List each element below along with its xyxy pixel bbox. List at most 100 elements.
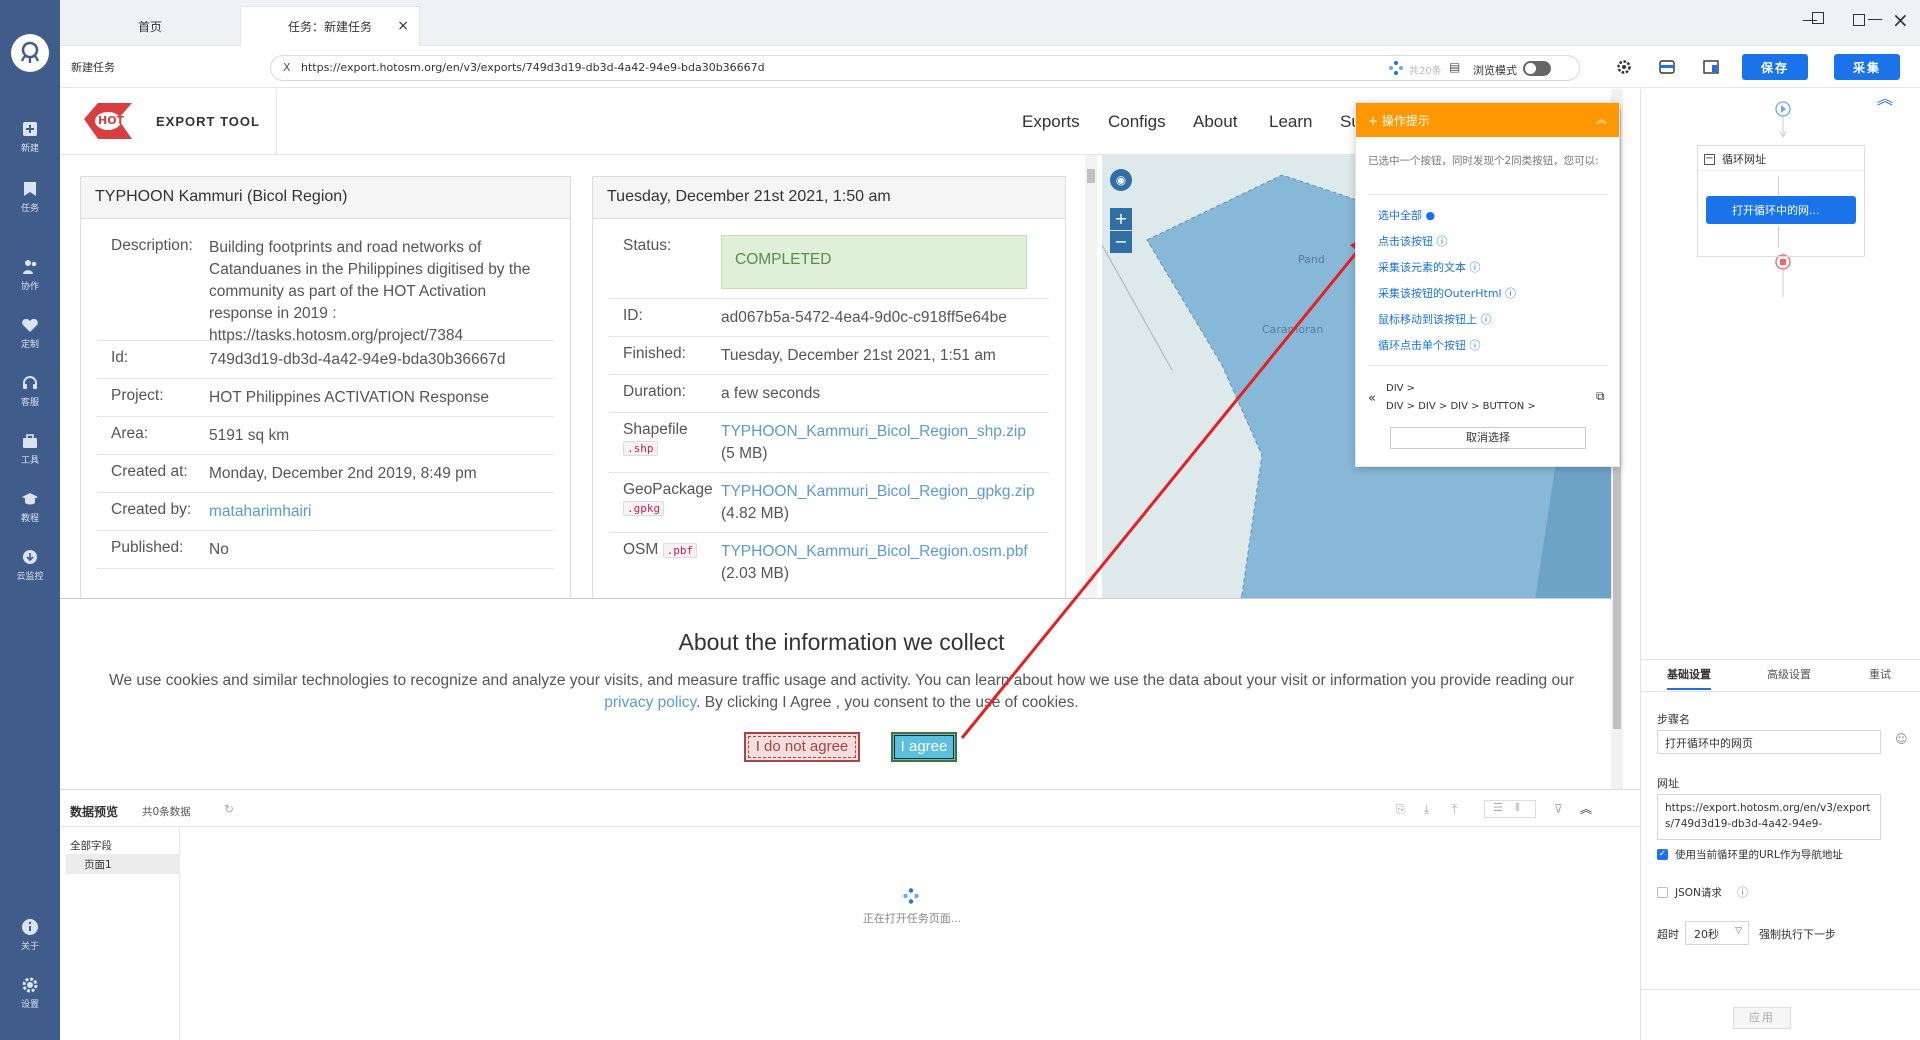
inner-scrollbar[interactable] (1085, 155, 1097, 598)
sidebar-item-tutorial[interactable]: 教程 (0, 488, 60, 534)
step-open-page[interactable]: 打开循环中的网... (1706, 196, 1856, 224)
sidebar-item-collab[interactable]: 协作 (0, 256, 60, 302)
cookie-text: We use cookies and similar technologies … (94, 670, 1589, 714)
step-name-input[interactable]: 打开循环中的网页 (1657, 730, 1881, 754)
option-label: 鼠标移动到该按钮上 (1378, 313, 1477, 326)
tab-retry[interactable]: 重试 (1869, 666, 1891, 682)
url-textarea[interactable]: https://export.hotosm.org/en/v3/exports/… (1657, 794, 1881, 840)
page-item[interactable]: 页面1 (66, 854, 180, 874)
nav-exports[interactable]: Exports (1022, 112, 1080, 132)
created-by-link[interactable]: mataharimhairi (209, 501, 548, 523)
popup-title: + 操作提示 (1368, 114, 1430, 128)
field-label: Created at: (111, 463, 188, 480)
emoji-icon[interactable]: ☺ (1895, 732, 1908, 746)
collapse-icon[interactable]: ︽ (1596, 111, 1607, 127)
privacy-policy-link[interactable]: privacy policy (604, 694, 696, 711)
collect-text-option[interactable]: 采集该元素的文本 ⓘ (1378, 259, 1481, 275)
zoom-in-button[interactable]: + (1110, 208, 1132, 230)
card-icon[interactable] (1659, 60, 1675, 74)
divider (1698, 170, 1864, 171)
run-id-value: ad067b5a-5472-4ea4-9d0c-c918ff5e64be (721, 309, 1007, 326)
sidebar-item-new[interactable]: 新建 (0, 118, 60, 164)
select-all-option[interactable]: 选中全部 ● (1378, 207, 1435, 223)
timeout-select[interactable]: 20秒 ▽ (1685, 921, 1749, 945)
nav-configs[interactable]: Configs (1108, 112, 1166, 132)
users-icon (23, 260, 37, 274)
settings-gear-icon[interactable] (1616, 59, 1632, 75)
data-preview: 数据预览 共0条数据 ↻ ⎘ ⤓ ⤒ ☰ ⦀ ⊽ ︽ 全部字段 页面1 正在打开… (60, 789, 1640, 1040)
sidebar-item-tasks[interactable]: 任务 (0, 178, 60, 224)
restore-icon[interactable] (1812, 12, 1824, 24)
collect-button[interactable]: 采集 (1834, 54, 1900, 80)
cancel-selection-button[interactable]: 取消选择 (1390, 427, 1586, 449)
loop-click-option[interactable]: 循环点击单个按钮 ⓘ (1378, 337, 1481, 353)
help-icon[interactable]: ⓘ (1737, 884, 1748, 900)
tab-new-task[interactable]: 任务：新建任务 × (240, 6, 420, 46)
maximize-icon[interactable] (1853, 14, 1865, 26)
list-view-icon[interactable]: ☰ (1493, 801, 1503, 814)
tab-close-icon[interactable]: × (397, 18, 409, 34)
field-label: Id: (111, 349, 129, 366)
expand-path-icon[interactable]: « (1368, 391, 1376, 406)
nav-learn[interactable]: Learn (1269, 112, 1312, 132)
loop-block[interactable]: − 循环网址 打开循环中的网... (1697, 145, 1865, 257)
view-toggle[interactable]: ☰ ⦀ (1484, 800, 1536, 818)
element-path-line1[interactable]: DIV > (1386, 383, 1415, 394)
tab-basic-settings[interactable]: 基础设置 (1667, 666, 1711, 690)
hot-logo[interactable]: HOT (80, 99, 138, 143)
import-icon[interactable]: ⤓ (1424, 802, 1429, 817)
click-button-option[interactable]: 点击该按钮 ⓘ (1378, 233, 1448, 249)
download-link-gpkg[interactable]: TYPHOON_Kammuri_Bicol_Region_gpkg.zip (721, 483, 1035, 500)
all-fields-item[interactable]: 全部字段 (70, 838, 112, 853)
collapse-top-icon[interactable]: ︽ (1877, 85, 1893, 109)
sidebar-item-support[interactable]: 客服 (0, 372, 60, 418)
stop-icon[interactable]: X (283, 61, 291, 74)
page-icon[interactable]: ▤ (1449, 60, 1460, 74)
refresh-icon[interactable]: ↻ (224, 802, 234, 816)
column-view-icon[interactable]: ⦀ (1515, 801, 1520, 815)
use-loop-url-checkbox[interactable]: ✓ (1657, 849, 1668, 860)
collapse-preview-icon[interactable]: ︽ (1580, 800, 1592, 817)
nav-about[interactable]: About (1193, 112, 1237, 132)
cookie-text-part: We use cookies and similar technologies … (109, 672, 1574, 689)
created-by-row: Created by: mataharimhairi (97, 493, 554, 531)
json-request-checkbox[interactable] (1657, 887, 1668, 898)
hover-option[interactable]: 鼠标移动到该按钮上 ⓘ (1378, 311, 1492, 327)
window-icon[interactable] (1703, 60, 1719, 74)
popup-message: 已选中一个按钮，同时发现个2同类按钮，您可以: (1368, 155, 1599, 167)
tab-home[interactable]: 首页 (60, 6, 240, 46)
app-logo[interactable] (11, 34, 49, 72)
collapse-box-icon[interactable]: − (1704, 154, 1715, 165)
sidebar-item-settings[interactable]: 设置 (0, 974, 60, 1020)
sidebar-item-custom[interactable]: 定制 (0, 314, 60, 360)
element-path-line2[interactable]: DIV > DIV > DIV > BUTTON > (1386, 401, 1536, 412)
url-input[interactable]: X https://export.hotosm.org/en/v3/export… (270, 55, 1580, 81)
filter-icon[interactable]: ⊽ (1554, 802, 1563, 816)
apply-button[interactable]: 应用 (1733, 1007, 1791, 1029)
left-sidebar: 新建 任务 协作 定制 客服 工具 教程 云监控 关于 设置 (0, 0, 60, 1040)
minimize-icon[interactable] (1868, 12, 1882, 26)
field-label: Description: (111, 237, 193, 254)
minimize-icon-2[interactable] (1803, 20, 1817, 21)
map-place-label: Pand (1298, 253, 1325, 266)
external-link-icon[interactable]: ⧉ (1596, 389, 1605, 404)
disagree-button[interactable]: I do not agree (744, 732, 860, 762)
sidebar-item-about[interactable]: 关于 (0, 916, 60, 962)
zoom-out-button[interactable]: − (1110, 231, 1132, 253)
browse-mode-toggle[interactable] (1523, 61, 1551, 76)
download-link-shp[interactable]: TYPHOON_Kammuri_Bicol_Region_shp.zip (721, 423, 1026, 440)
url-label: 网址 (1657, 777, 1679, 790)
export-icon[interactable]: ⤒ (1452, 802, 1457, 817)
close-window-icon[interactable]: × (1892, 8, 1909, 32)
sidebar-item-cloud[interactable]: 云监控 (0, 546, 60, 592)
save-button[interactable]: 保存 (1742, 54, 1808, 80)
agree-button[interactable]: I agree (891, 732, 957, 762)
run-details-panel: Tuesday, December 21st 2021, 1:50 am Sta… (592, 176, 1066, 616)
sidebar-item-tools[interactable]: 工具 (0, 430, 60, 476)
splitter[interactable] (1641, 89, 1646, 659)
tab-advanced-settings[interactable]: 高级设置 (1767, 666, 1811, 682)
download-link-pbf[interactable]: TYPHOON_Kammuri_Bicol_Region.osm.pbf (721, 543, 1028, 560)
copy-icon[interactable]: ⎘ (1396, 802, 1406, 817)
collect-outerhtml-option[interactable]: 采集该按钮的OuterHtml ⓘ (1378, 285, 1516, 301)
globe-icon[interactable]: ◉ (1110, 169, 1132, 191)
